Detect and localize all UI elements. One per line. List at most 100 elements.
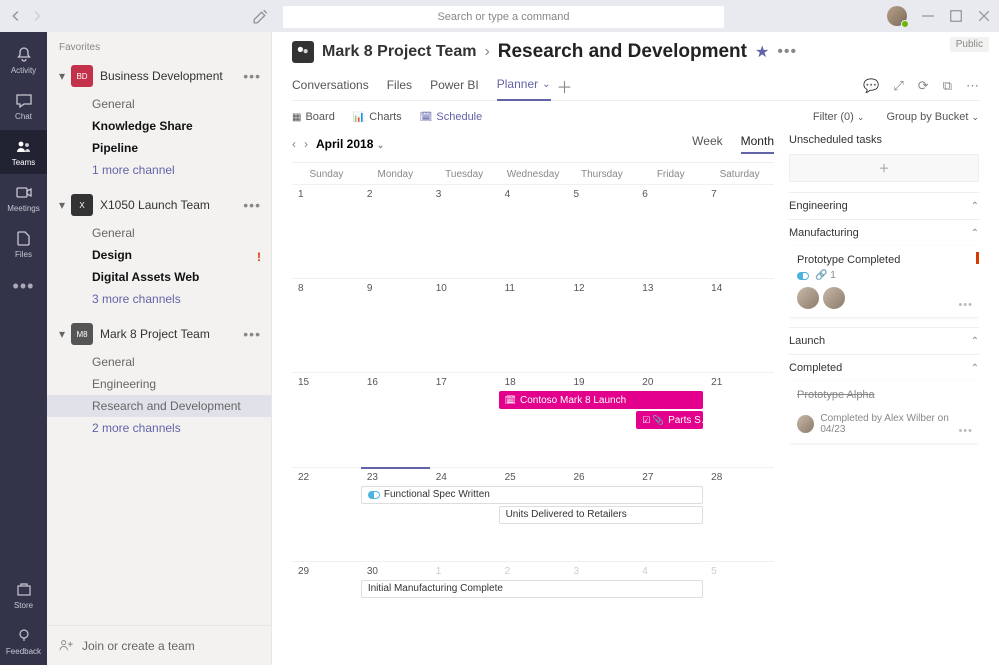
channel-1-0[interactable]: General [92,222,271,244]
join-create-team[interactable]: Join or create a team [47,625,271,665]
window-minimize-icon[interactable] [921,9,935,23]
task-card[interactable]: Prototype Completed🔗 1••• [789,246,979,317]
channel-0-2[interactable]: Pipeline [92,137,271,159]
nav-back-icon[interactable] [9,9,23,23]
day-cell[interactable]: 18 [499,373,568,466]
day-cell[interactable]: 13 [636,279,705,372]
calendar-event[interactable]: Initial Manufacturing Complete [361,580,703,598]
day-cell[interactable]: 12 [567,279,636,372]
day-cell[interactable]: 23 [361,468,430,561]
day-cell[interactable]: 6 [636,185,705,278]
card-menu-icon[interactable]: ••• [958,425,973,437]
channel-1-1[interactable]: Design! [92,244,271,266]
favorite-star-icon[interactable]: ★ [755,42,769,62]
task-card[interactable]: Prototype Alpha•••Completed by Alex Wilb… [789,381,979,443]
day-cell[interactable]: 15 [292,373,361,466]
day-cell[interactable]: 21 [705,373,774,466]
rail-files[interactable]: Files [0,222,47,266]
view-schedule[interactable]: 🗓 Schedule [420,111,483,123]
team-menu-icon[interactable]: ••• [243,68,261,84]
day-cell[interactable]: 1 [430,562,499,655]
tab-conversations[interactable]: Conversations [292,71,369,100]
breadcrumb-team[interactable]: Mark 8 Project Team [322,43,476,61]
day-cell[interactable]: 5 [567,185,636,278]
rail-feedback[interactable]: Feedback [0,619,47,663]
compose-icon[interactable] [252,8,269,25]
window-close-icon[interactable] [977,9,991,23]
day-cell[interactable]: 2 [499,562,568,655]
team-menu-icon[interactable]: ••• [243,197,261,213]
rail-store[interactable]: Store [0,573,47,617]
tab-action-popout-icon[interactable]: ⧉ [943,78,952,94]
tab-action-refresh-icon[interactable]: ⟳ [918,78,929,94]
cal-view-month[interactable]: Month [741,134,774,154]
rail-teams[interactable]: Teams [0,130,47,174]
calendar-event[interactable]: Functional Spec Written [361,486,703,504]
tab-planner[interactable]: Planner⌄ [497,71,551,101]
day-cell[interactable]: 2 [361,185,430,278]
channel-0-3[interactable]: 1 more channel [92,159,271,181]
day-cell[interactable]: 3 [430,185,499,278]
day-cell[interactable]: 24 [430,468,499,561]
day-cell[interactable]: 16 [361,373,430,466]
day-cell[interactable]: 17 [430,373,499,466]
view-board[interactable]: ▦ Board [292,111,335,123]
calendar-event[interactable]: 🗓Contoso Mark 8 Launch [499,391,703,409]
day-cell[interactable]: 5 [705,562,774,655]
day-cell[interactable]: 29 [292,562,361,655]
cal-next-icon[interactable]: › [304,137,308,151]
add-task-button[interactable]: ＋ [789,154,979,182]
day-cell[interactable]: 8 [292,279,361,372]
calendar-event[interactable]: Units Delivered to Retailers [499,506,703,524]
tab-action-more-icon[interactable]: ⋯ [966,78,979,94]
day-cell[interactable]: 19 [567,373,636,466]
rail-more[interactable]: ••• [13,268,35,305]
channel-1-3[interactable]: 3 more channels [92,288,271,310]
channel-0-1[interactable]: Knowledge Share [92,115,271,137]
bucket-launch[interactable]: Launch⌃ [789,327,979,354]
bucket-completed[interactable]: Completed⌃ [789,354,979,381]
cal-prev-icon[interactable]: ‹ [292,137,296,151]
rail-meetings[interactable]: Meetings [0,176,47,220]
window-maximize-icon[interactable] [949,9,963,23]
day-cell[interactable]: 10 [430,279,499,372]
channel-0-0[interactable]: General [92,93,271,115]
filter-button[interactable]: Filter (0) ⌄ [813,111,865,123]
bucket-engineering[interactable]: Engineering⌃ [789,192,979,219]
day-cell[interactable]: 7 [705,185,774,278]
day-cell[interactable]: 9 [361,279,430,372]
add-tab-icon[interactable]: ＋ [557,74,573,98]
cal-view-week[interactable]: Week [692,134,722,154]
channel-2-3[interactable]: 2 more channels [92,417,271,439]
day-cell[interactable]: 22 [292,468,361,561]
day-cell[interactable]: 4 [499,185,568,278]
groupby-button[interactable]: Group by Bucket ⌄ [886,111,979,123]
view-charts[interactable]: 📊 Charts [353,111,402,123]
nav-forward-icon[interactable] [30,9,44,23]
channel-menu-icon[interactable]: ••• [777,43,797,61]
tab-action-chat-icon[interactable]: 💬 [863,78,879,94]
team-menu-icon[interactable]: ••• [243,326,261,342]
tab-files[interactable]: Files [387,71,412,100]
channel-2-1[interactable]: Engineering [92,373,271,395]
rail-chat[interactable]: Chat [0,84,47,128]
user-avatar[interactable] [887,6,907,26]
rail-activity[interactable]: Activity [0,38,47,82]
team-1[interactable]: ▾XX1050 Launch Team••• [47,188,271,222]
bucket-manufacturing[interactable]: Manufacturing⌃ [789,219,979,246]
day-cell[interactable]: 11 [499,279,568,372]
team-0[interactable]: ▾BDBusiness Development••• [47,59,271,93]
day-cell[interactable]: 1 [292,185,361,278]
team-2[interactable]: ▾M8Mark 8 Project Team••• [47,317,271,351]
day-cell[interactable]: 3 [567,562,636,655]
day-cell[interactable]: 30 [361,562,430,655]
channel-2-2[interactable]: Research and Development [47,395,271,417]
day-cell[interactable]: 4 [636,562,705,655]
day-cell[interactable]: 14 [705,279,774,372]
search-input[interactable]: Search or type a command [283,6,724,28]
channel-2-0[interactable]: General [92,351,271,373]
card-menu-icon[interactable]: ••• [958,299,973,311]
calendar-event[interactable]: ☑ 📎Parts S… [636,411,702,429]
day-cell[interactable]: 28 [705,468,774,561]
channel-1-2[interactable]: Digital Assets Web [92,266,271,288]
